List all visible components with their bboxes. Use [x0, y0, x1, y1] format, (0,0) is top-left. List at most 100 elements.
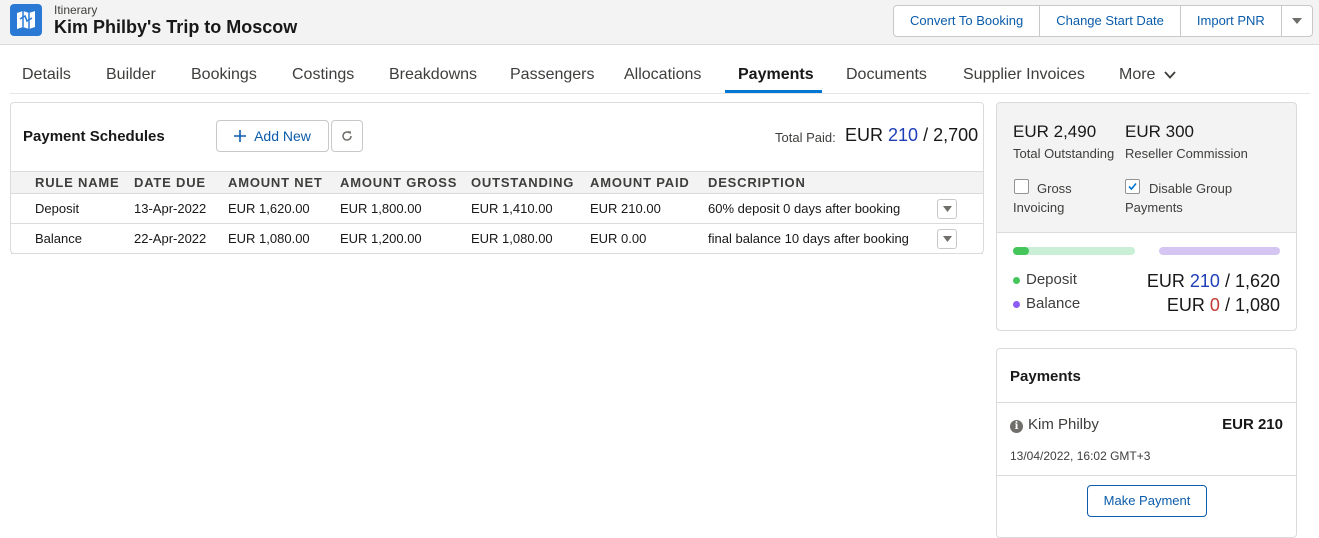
cell-amount-paid: EUR 210.00 [590, 193, 708, 224]
object-type-label: Itinerary [54, 3, 98, 17]
total-outstanding-label: Total Outstanding [1013, 146, 1115, 161]
table-header-row: Rule Name Date Due Amount Net Amount Gro… [11, 171, 983, 194]
cell-amount-gross: EUR 1,200.00 [340, 223, 471, 254]
balance-amount: EUR 0 / 1,080 [1167, 295, 1280, 316]
deposit-total: / 1,620 [1224, 271, 1280, 291]
chevron-down-icon [1164, 71, 1176, 79]
make-payment-button[interactable]: Make Payment [1087, 485, 1207, 517]
tab-bar: Details Builder Bookings Costings Breakd… [10, 46, 1310, 94]
import-pnr-button[interactable]: Import PNR [1180, 6, 1282, 36]
total-paid-label: Total Paid: [775, 130, 836, 145]
cell-amount-gross: EUR 1,800.00 [340, 193, 471, 224]
deposit-progress-track [1013, 247, 1135, 255]
page-header: Itinerary Kim Philby's Trip to Moscow Co… [0, 0, 1319, 45]
column-header[interactable]: Outstanding [471, 171, 590, 194]
divider [997, 402, 1296, 403]
gross-invoicing-checkbox[interactable] [1014, 179, 1029, 194]
divider [997, 475, 1296, 476]
balance-label: Balance [1026, 295, 1081, 312]
deposit-progress-fill [1013, 247, 1029, 255]
refresh-button[interactable] [331, 120, 363, 152]
total-paid-currency: EUR [845, 125, 884, 145]
tab-more[interactable]: More [1119, 66, 1176, 84]
gross-invoicing-label-line1: Gross [1037, 181, 1072, 196]
total-outstanding-value: EUR 2,490 [1013, 122, 1097, 141]
convert-to-booking-button[interactable]: Convert To Booking [894, 6, 1041, 36]
cell-amount-net: EUR 1,620.00 [228, 193, 340, 224]
gross-invoicing-label-line2: Invoicing [1013, 200, 1065, 215]
total-paid-value: EUR 210 / 2,700 [845, 125, 978, 146]
payments-card: Payments i Kim Philby EUR 210 13/04/2022… [996, 348, 1297, 538]
balance-total: / 1,080 [1224, 295, 1280, 315]
payment-summary-card: EUR 2,490 Total Outstanding EUR 300 Rese… [996, 102, 1297, 331]
balance-progress-track [1159, 247, 1280, 255]
column-header-actions [937, 171, 983, 194]
payments-title: Payments [1010, 368, 1081, 385]
column-header[interactable]: Description [708, 171, 937, 194]
add-new-label: Add New [254, 128, 311, 144]
checkmark-icon [1128, 182, 1137, 191]
tab-details[interactable]: Details [22, 66, 71, 84]
chevron-down-icon [942, 205, 952, 212]
tab-builder[interactable]: Builder [106, 66, 156, 84]
disable-group-payments-label-line1: Disable Group [1149, 181, 1233, 196]
deposit-amount: EUR 210 / 1,620 [1147, 271, 1280, 292]
deposit-label: Deposit [1026, 271, 1077, 288]
tab-allocations[interactable]: Allocations [624, 66, 701, 84]
column-header[interactable]: Amount Gross [340, 171, 471, 194]
tab-supplier-invoices[interactable]: Supplier Invoices [963, 66, 1085, 84]
change-start-date-button[interactable]: Change Start Date [1040, 6, 1181, 36]
cell-row-actions [937, 223, 983, 254]
tab-breakdowns[interactable]: Breakdowns [389, 66, 477, 84]
disable-group-payments-checkbox[interactable] [1125, 179, 1140, 194]
reseller-commission-value: EUR 300 [1125, 122, 1194, 141]
tab-more-label: More [1119, 66, 1156, 83]
cell-outstanding: EUR 1,080.00 [471, 223, 590, 254]
payment-timestamp: 13/04/2022, 16:02 GMT+3 [1010, 449, 1151, 463]
tab-costings[interactable]: Costings [292, 66, 354, 84]
deposit-currency: EUR [1146, 271, 1185, 291]
cell-amount-paid: EUR 0.00 [590, 223, 708, 254]
payment-amount: EUR 210 [1222, 416, 1283, 433]
deposit-paid: 210 [1189, 271, 1220, 291]
reseller-commission-label: Reseller Commission [1125, 146, 1248, 161]
column-header[interactable]: Amount Paid [590, 171, 708, 194]
payment-schedules-table: Rule Name Date Due Amount Net Amount Gro… [11, 171, 983, 254]
row-menu-button[interactable] [937, 228, 957, 249]
cell-rule-name: Deposit [11, 193, 134, 224]
tab-documents[interactable]: Documents [846, 66, 927, 84]
payer-name: Kim Philby [1028, 416, 1099, 433]
chevron-down-icon [1291, 18, 1302, 24]
row-menu-button[interactable] [937, 198, 957, 219]
balance-paid: 0 [1209, 295, 1220, 315]
disable-group-payments-label-line2: Payments [1125, 200, 1183, 215]
column-header[interactable]: Amount Net [228, 171, 340, 194]
payment-schedules-card: Payment Schedules Add New Total Paid: EU… [10, 102, 984, 254]
column-header[interactable]: Rule Name [11, 171, 134, 194]
tab-payments[interactable]: Payments [738, 66, 814, 84]
total-paid-total: / 2,700 [923, 125, 979, 145]
chevron-down-icon [942, 235, 952, 242]
cell-description: final balance 10 days after booking [708, 223, 937, 254]
table-row: Deposit 13-Apr-2022 EUR 1,620.00 EUR 1,8… [11, 193, 983, 224]
cell-description: 60% deposit 0 days after booking [708, 193, 937, 224]
balance-dot-icon [1013, 300, 1020, 308]
tab-bookings[interactable]: Bookings [191, 66, 257, 84]
cell-outstanding: EUR 1,410.00 [471, 193, 590, 224]
balance-currency: EUR [1166, 295, 1205, 315]
more-actions-button[interactable] [1281, 6, 1312, 36]
active-tab-indicator [725, 90, 822, 93]
cell-date-due: 22-Apr-2022 [134, 223, 228, 254]
info-icon[interactable]: i [1010, 420, 1023, 433]
schedule-progress-panel: Deposit Balance EUR 210 / 1,620 EUR 0 / … [997, 232, 1296, 330]
refresh-icon [342, 131, 352, 141]
page-title: Kim Philby's Trip to Moscow [54, 17, 298, 37]
table-row: Balance 22-Apr-2022 EUR 1,080.00 EUR 1,2… [11, 223, 983, 254]
header-button-group: Convert To Booking Change Start Date Imp… [893, 5, 1313, 37]
deposit-legend: Deposit [1013, 271, 1077, 288]
column-header[interactable]: Date Due [134, 171, 228, 194]
tab-passengers[interactable]: Passengers [510, 66, 595, 84]
add-new-button[interactable]: Add New [216, 120, 329, 152]
cell-row-actions [937, 193, 983, 224]
balance-legend: Balance [1013, 295, 1080, 312]
